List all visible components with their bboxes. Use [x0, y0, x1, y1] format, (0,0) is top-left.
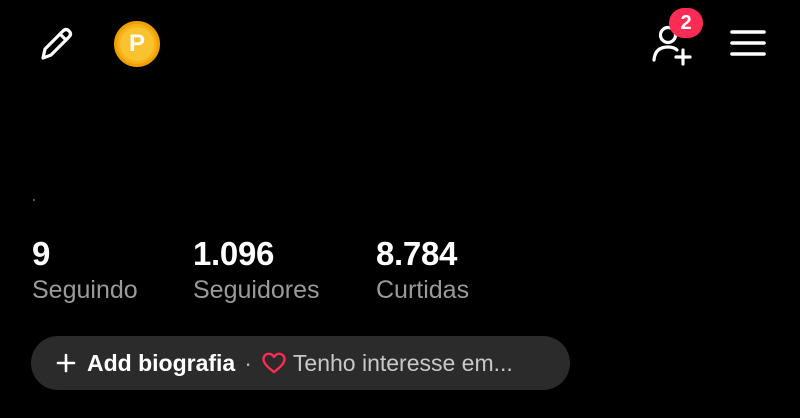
coins-button[interactable]: P [110, 18, 164, 70]
following-label: Seguindo [32, 276, 138, 304]
plus-icon [56, 353, 76, 373]
avatar-placeholder-dot [33, 199, 35, 201]
likes-count: 8.784 [376, 235, 458, 272]
followers-label: Seguidores [193, 276, 320, 304]
add-bio-button[interactable]: Add biografia [55, 350, 235, 377]
coin-icon: P [114, 21, 160, 67]
coin-letter: P [120, 27, 154, 61]
interests-label: Tenho interesse em... [292, 349, 513, 376]
following-count: 9 [32, 235, 51, 272]
separator-dot: · [244, 349, 252, 376]
add-bio-label: Add biografia [87, 349, 236, 376]
heart-icon [262, 352, 286, 374]
hamburger-menu-icon [730, 30, 766, 56]
likes-label: Curtidas [376, 276, 470, 304]
bio-bar: Add biografia · Tenho interesse em... [31, 336, 570, 390]
profile-stats: 9 Seguindo 1.096 Seguidores 8.784 Curtid… [0, 234, 800, 314]
interests-button[interactable]: Tenho interesse em... [261, 350, 513, 377]
top-bar: P 2 [0, 0, 800, 90]
notification-badge: 2 [669, 8, 703, 38]
stat-followers[interactable]: 1.096 Seguidores [193, 234, 319, 306]
menu-button[interactable] [722, 20, 774, 66]
edit-profile-button[interactable] [30, 20, 82, 68]
stat-likes[interactable]: 8.784 Curtidas [376, 234, 469, 306]
pencil-icon [41, 27, 73, 60]
stat-following[interactable]: 9 Seguindo [32, 234, 138, 306]
followers-count: 1.096 [193, 235, 275, 272]
